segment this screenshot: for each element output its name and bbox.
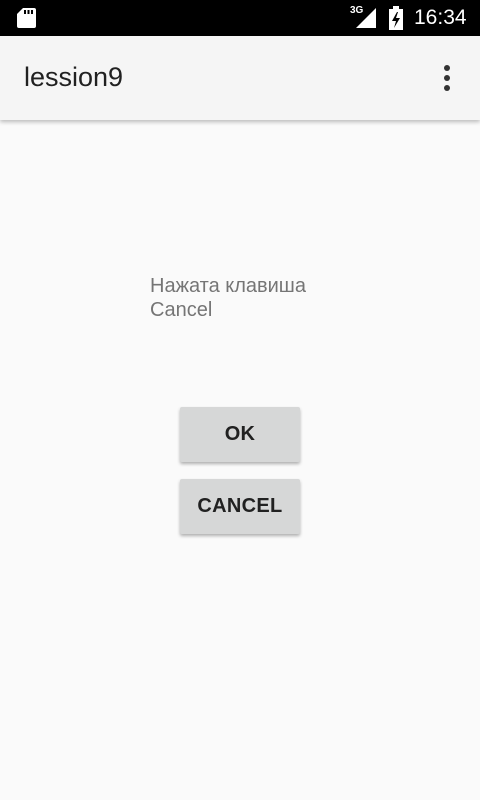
- overflow-menu-button[interactable]: [430, 58, 464, 98]
- more-vert-icon-dot: [444, 85, 450, 91]
- cancel-button[interactable]: CANCEL: [180, 479, 300, 534]
- ok-button[interactable]: OK: [180, 407, 300, 462]
- result-message-line1: Нажата клавиша: [150, 275, 306, 297]
- app-title: lession9: [24, 62, 124, 92]
- more-vert-icon-dot: [444, 75, 450, 81]
- result-message-line2: Cancel: [150, 299, 213, 321]
- clock: 16:34: [414, 6, 467, 29]
- app-bar: lession9: [0, 36, 480, 120]
- sd-card-icon: [17, 8, 36, 28]
- more-vert-icon: [444, 65, 450, 71]
- signal-icon: [356, 8, 376, 28]
- battery-charging-icon: [389, 6, 403, 30]
- status-bar: 3G 16:34: [0, 0, 480, 36]
- result-message: Нажата клавиша Cancel: [150, 274, 306, 322]
